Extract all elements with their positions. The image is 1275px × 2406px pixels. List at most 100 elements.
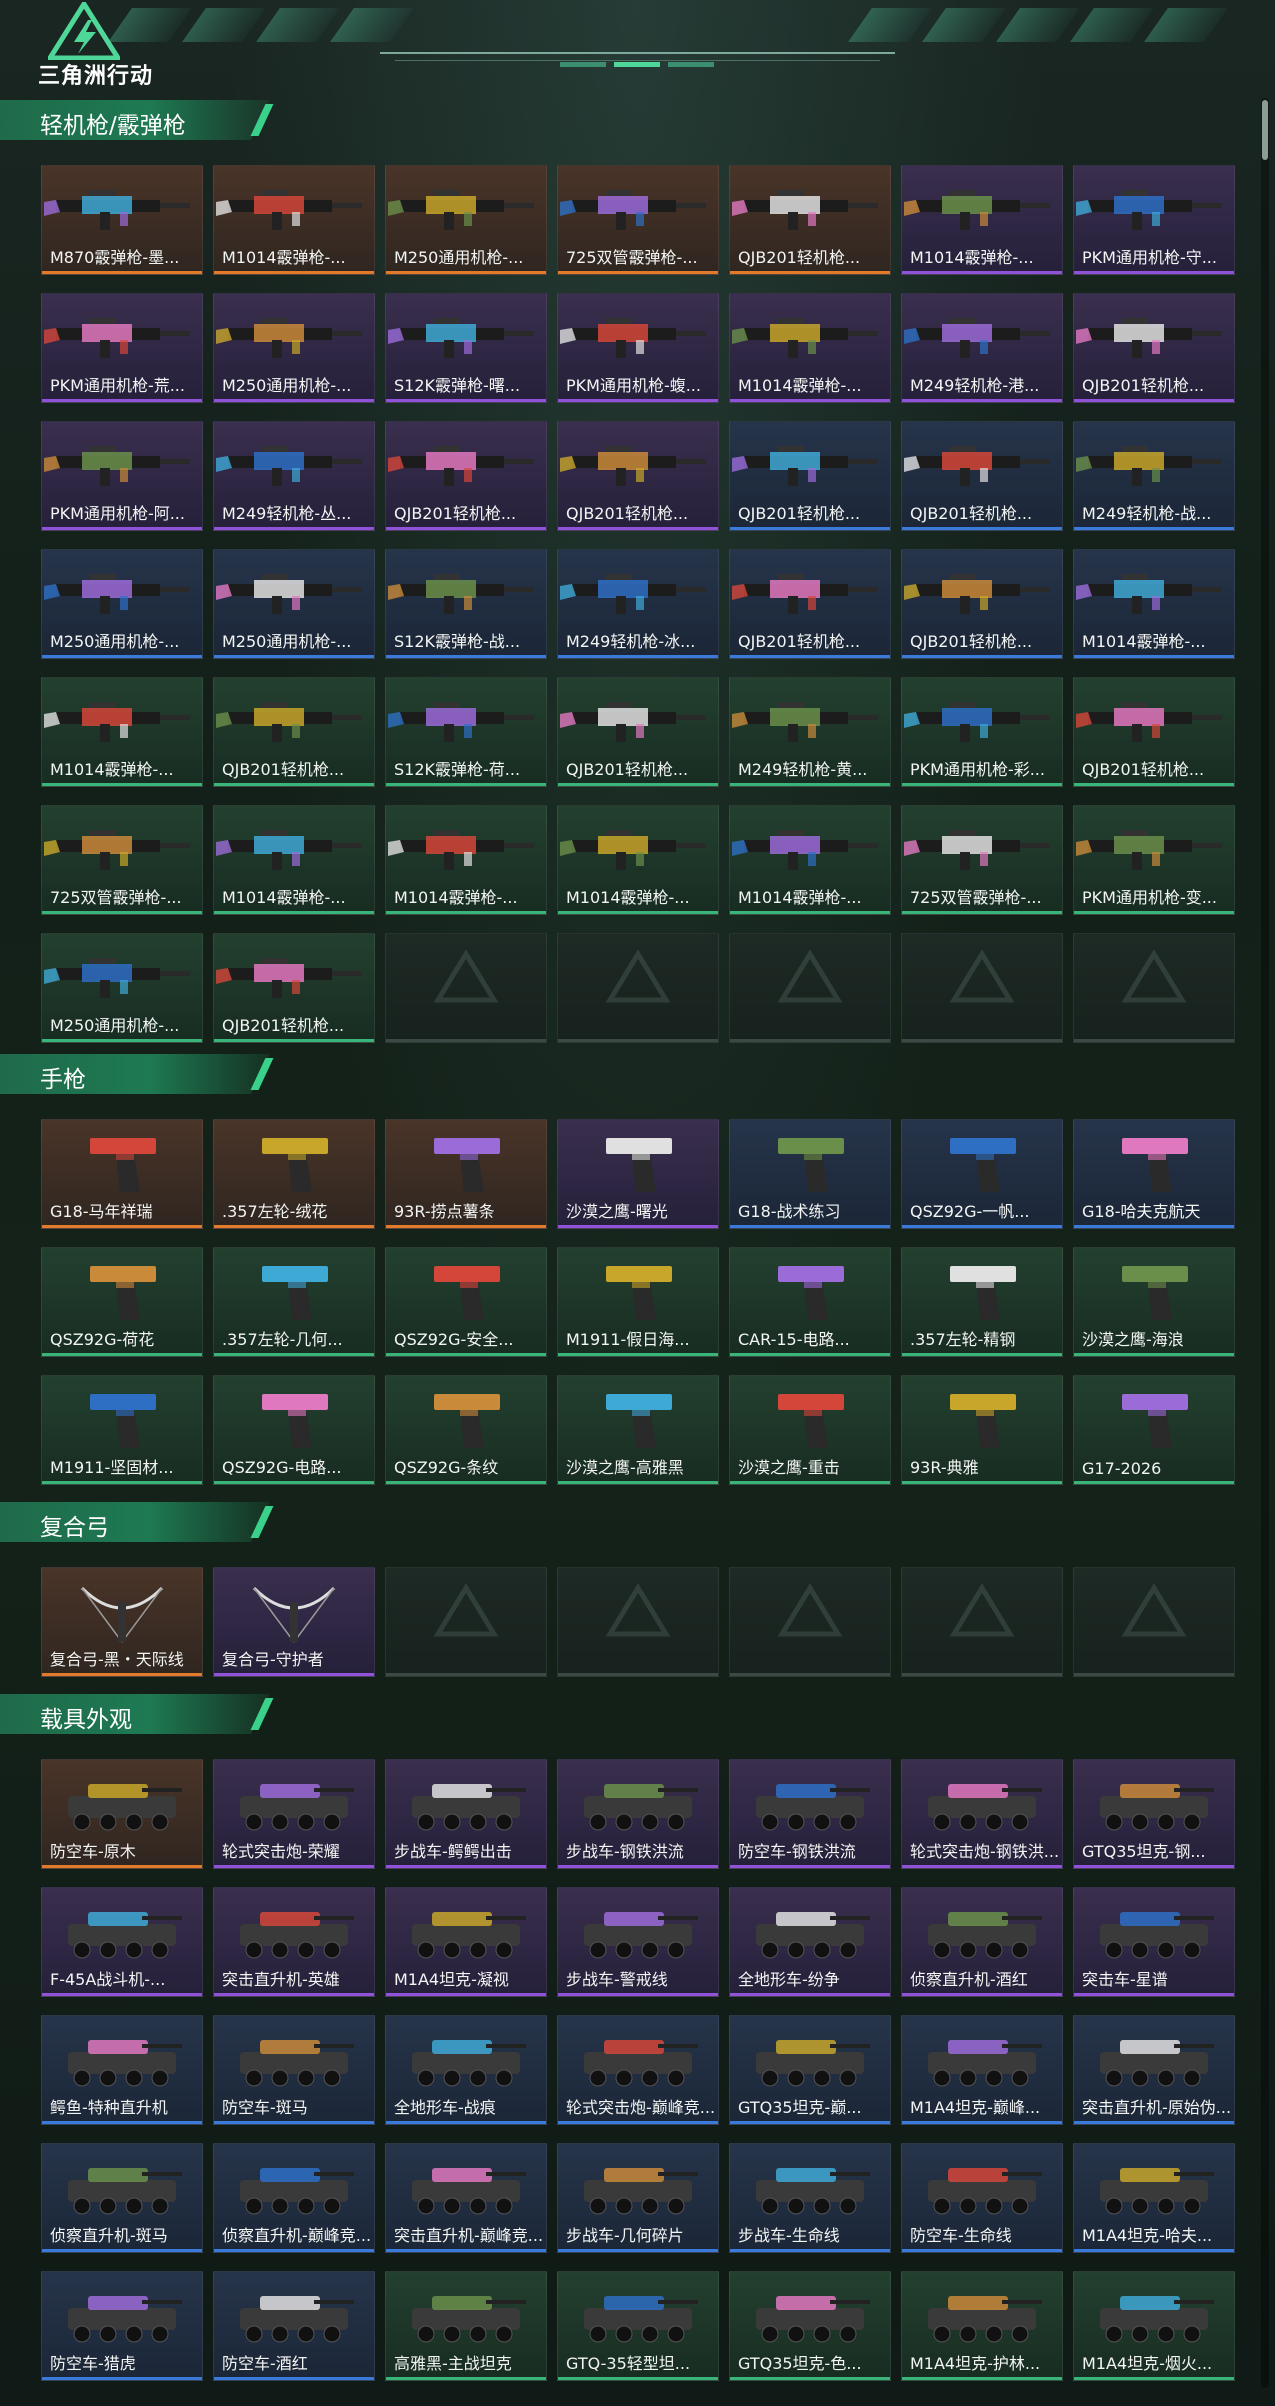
skin-card[interactable]: 725双管霰弹枪-... bbox=[41, 805, 203, 915]
skin-card[interactable]: CAR-15-电路... bbox=[729, 1247, 891, 1357]
skin-card[interactable]: M249轻机枪-冰... bbox=[557, 549, 719, 659]
skin-card[interactable]: PKM通用机枪-蝮... bbox=[557, 293, 719, 403]
skin-card[interactable]: QJB201轻机枪... bbox=[557, 677, 719, 787]
skin-card[interactable]: G17-2026 bbox=[1073, 1375, 1235, 1485]
skin-card[interactable]: 725双管霰弹枪-... bbox=[557, 165, 719, 275]
skin-card[interactable]: M1911-假日海... bbox=[557, 1247, 719, 1357]
skin-card[interactable]: M1014霰弹枪-... bbox=[1073, 549, 1235, 659]
skin-card[interactable]: 步战车-钢铁洪流 bbox=[557, 1759, 719, 1869]
skin-card[interactable]: M1014霰弹枪-... bbox=[729, 805, 891, 915]
skin-card[interactable]: 防空车-猎虎 bbox=[41, 2271, 203, 2381]
skin-card[interactable]: GTQ35坦克-色... bbox=[729, 2271, 891, 2381]
skin-card[interactable]: 93R-捞点薯条 bbox=[385, 1119, 547, 1229]
skin-card[interactable]: 沙漠之鹰-重击 bbox=[729, 1375, 891, 1485]
skin-card[interactable]: M1A4坦克-哈夫... bbox=[1073, 2143, 1235, 2253]
skin-card[interactable]: M1014霰弹枪-... bbox=[385, 805, 547, 915]
skin-card[interactable]: 沙漠之鹰-曙光 bbox=[557, 1119, 719, 1229]
skin-card[interactable]: QJB201轻机枪... bbox=[729, 165, 891, 275]
skin-card[interactable]: 725双管霰弹枪-... bbox=[901, 805, 1063, 915]
skin-card[interactable]: G18-哈夫克航天 bbox=[1073, 1119, 1235, 1229]
skin-card[interactable]: 侦察直升机-酒红 bbox=[901, 1887, 1063, 1997]
scrollbar-thumb[interactable] bbox=[1262, 100, 1268, 160]
skin-card[interactable]: 侦察直升机-斑马 bbox=[41, 2143, 203, 2253]
skin-card[interactable]: 突击车-星谱 bbox=[1073, 1887, 1235, 1997]
skin-card[interactable]: M1014霰弹枪-... bbox=[729, 293, 891, 403]
skin-card[interactable]: M250通用机枪-... bbox=[41, 549, 203, 659]
skin-card[interactable]: QJB201轻机枪... bbox=[901, 549, 1063, 659]
skin-card[interactable]: 防空车-斑马 bbox=[213, 2015, 375, 2125]
skin-card[interactable]: QJB201轻机枪... bbox=[729, 421, 891, 531]
skin-card[interactable]: M1014霰弹枪-... bbox=[213, 805, 375, 915]
skin-card[interactable]: 高雅黑-主战坦克 bbox=[385, 2271, 547, 2381]
skin-card[interactable]: 沙漠之鹰-海浪 bbox=[1073, 1247, 1235, 1357]
skin-card[interactable]: M250通用机枪-... bbox=[385, 165, 547, 275]
skin-card[interactable]: M1014霰弹枪-... bbox=[901, 165, 1063, 275]
skin-card[interactable]: M250通用机枪-... bbox=[41, 933, 203, 1043]
skin-card[interactable]: M1A4坦克-烟火... bbox=[1073, 2271, 1235, 2381]
skin-card[interactable]: M1A4坦克-巅峰... bbox=[901, 2015, 1063, 2125]
skin-card[interactable]: 复合弓-守护者 bbox=[213, 1567, 375, 1677]
skin-card[interactable]: QJB201轻机枪... bbox=[557, 421, 719, 531]
skin-card[interactable]: 突击直升机-原始伪... bbox=[1073, 2015, 1235, 2125]
skin-card[interactable]: M1A4坦克-凝视 bbox=[385, 1887, 547, 1997]
skin-card[interactable]: QSZ92G-条纹 bbox=[385, 1375, 547, 1485]
skin-card[interactable]: 鳄鱼-特种直升机 bbox=[41, 2015, 203, 2125]
skin-card[interactable]: S12K霰弹枪-战... bbox=[385, 549, 547, 659]
skin-card[interactable]: M870霰弹枪-墨... bbox=[41, 165, 203, 275]
skin-card[interactable]: 侦察直升机-巅峰竞... bbox=[213, 2143, 375, 2253]
scrollbar-track[interactable] bbox=[1261, 98, 1269, 2388]
skin-card[interactable]: PKM通用机枪-彩... bbox=[901, 677, 1063, 787]
skin-card[interactable]: QJB201轻机枪... bbox=[901, 421, 1063, 531]
skin-card[interactable]: 防空车-生命线 bbox=[901, 2143, 1063, 2253]
skin-card[interactable]: .357左轮-精钢 bbox=[901, 1247, 1063, 1357]
skin-card[interactable]: 轮式突击炮-钢铁洪... bbox=[901, 1759, 1063, 1869]
skin-card[interactable]: PKM通用机枪-阿... bbox=[41, 421, 203, 531]
skin-card[interactable]: QJB201轻机枪... bbox=[213, 933, 375, 1043]
skin-card[interactable]: M249轻机枪-港... bbox=[901, 293, 1063, 403]
skin-card[interactable]: M1014霰弹枪-... bbox=[41, 677, 203, 787]
skin-card[interactable]: QJB201轻机枪... bbox=[1073, 293, 1235, 403]
skin-card[interactable]: M1A4坦克-护林... bbox=[901, 2271, 1063, 2381]
skin-card[interactable]: 轮式突击炮-巅峰竞... bbox=[557, 2015, 719, 2125]
skin-card[interactable]: M1014霰弹枪-... bbox=[213, 165, 375, 275]
skin-card[interactable]: QJB201轻机枪... bbox=[729, 549, 891, 659]
skin-card[interactable]: 轮式突击炮-荣耀 bbox=[213, 1759, 375, 1869]
skin-card[interactable]: M1014霰弹枪-... bbox=[557, 805, 719, 915]
skin-card[interactable]: QJB201轻机枪... bbox=[385, 421, 547, 531]
skin-card[interactable]: 防空车-钢铁洪流 bbox=[729, 1759, 891, 1869]
skin-card[interactable]: S12K霰弹枪-荷... bbox=[385, 677, 547, 787]
skin-card[interactable]: M249轻机枪-黄... bbox=[729, 677, 891, 787]
skin-card[interactable]: QSZ92G-荷花 bbox=[41, 1247, 203, 1357]
skin-card[interactable]: 步战车-鳄鳄出击 bbox=[385, 1759, 547, 1869]
skin-card[interactable]: 沙漠之鹰-高雅黑 bbox=[557, 1375, 719, 1485]
skin-card[interactable]: G18-马年祥瑞 bbox=[41, 1119, 203, 1229]
skin-card[interactable]: GTQ35坦克-钢... bbox=[1073, 1759, 1235, 1869]
skin-card[interactable]: M1911-坚固材... bbox=[41, 1375, 203, 1485]
skin-card[interactable]: M250通用机枪-... bbox=[213, 549, 375, 659]
skin-card[interactable]: GTQ-35轻型坦... bbox=[557, 2271, 719, 2381]
skin-card[interactable]: G18-战术练习 bbox=[729, 1119, 891, 1229]
skin-card[interactable]: QJB201轻机枪... bbox=[213, 677, 375, 787]
skin-card[interactable]: 复合弓-黑・天际线 bbox=[41, 1567, 203, 1677]
skin-card[interactable]: 全地形车-战痕 bbox=[385, 2015, 547, 2125]
skin-card[interactable]: 全地形车-纷争 bbox=[729, 1887, 891, 1997]
skin-card[interactable]: 93R-典雅 bbox=[901, 1375, 1063, 1485]
skin-card[interactable]: 突击直升机-英雄 bbox=[213, 1887, 375, 1997]
skin-card[interactable]: F-45A战斗机-... bbox=[41, 1887, 203, 1997]
skin-card[interactable]: 突击直升机-巅峰竞... bbox=[385, 2143, 547, 2253]
skin-card[interactable]: QJB201轻机枪... bbox=[1073, 677, 1235, 787]
skin-card[interactable]: QSZ92G-电路... bbox=[213, 1375, 375, 1485]
skin-card[interactable]: M250通用机枪-... bbox=[213, 293, 375, 403]
skin-card[interactable]: 步战车-几何碎片 bbox=[557, 2143, 719, 2253]
skin-card[interactable]: PKM通用机枪-变... bbox=[1073, 805, 1235, 915]
skin-card[interactable]: QSZ92G-安全... bbox=[385, 1247, 547, 1357]
skin-card[interactable]: GTQ35坦克-巅... bbox=[729, 2015, 891, 2125]
skin-card[interactable]: M249轻机枪-丛... bbox=[213, 421, 375, 531]
skin-card[interactable]: 防空车-酒红 bbox=[213, 2271, 375, 2381]
skin-card[interactable]: 步战车-生命线 bbox=[729, 2143, 891, 2253]
skin-card[interactable]: 步战车-警戒线 bbox=[557, 1887, 719, 1997]
skin-card[interactable]: .357左轮-绒花 bbox=[213, 1119, 375, 1229]
skin-card[interactable]: S12K霰弹枪-曙... bbox=[385, 293, 547, 403]
skin-card[interactable]: PKM通用机枪-荒... bbox=[41, 293, 203, 403]
skin-card[interactable]: M249轻机枪-战... bbox=[1073, 421, 1235, 531]
